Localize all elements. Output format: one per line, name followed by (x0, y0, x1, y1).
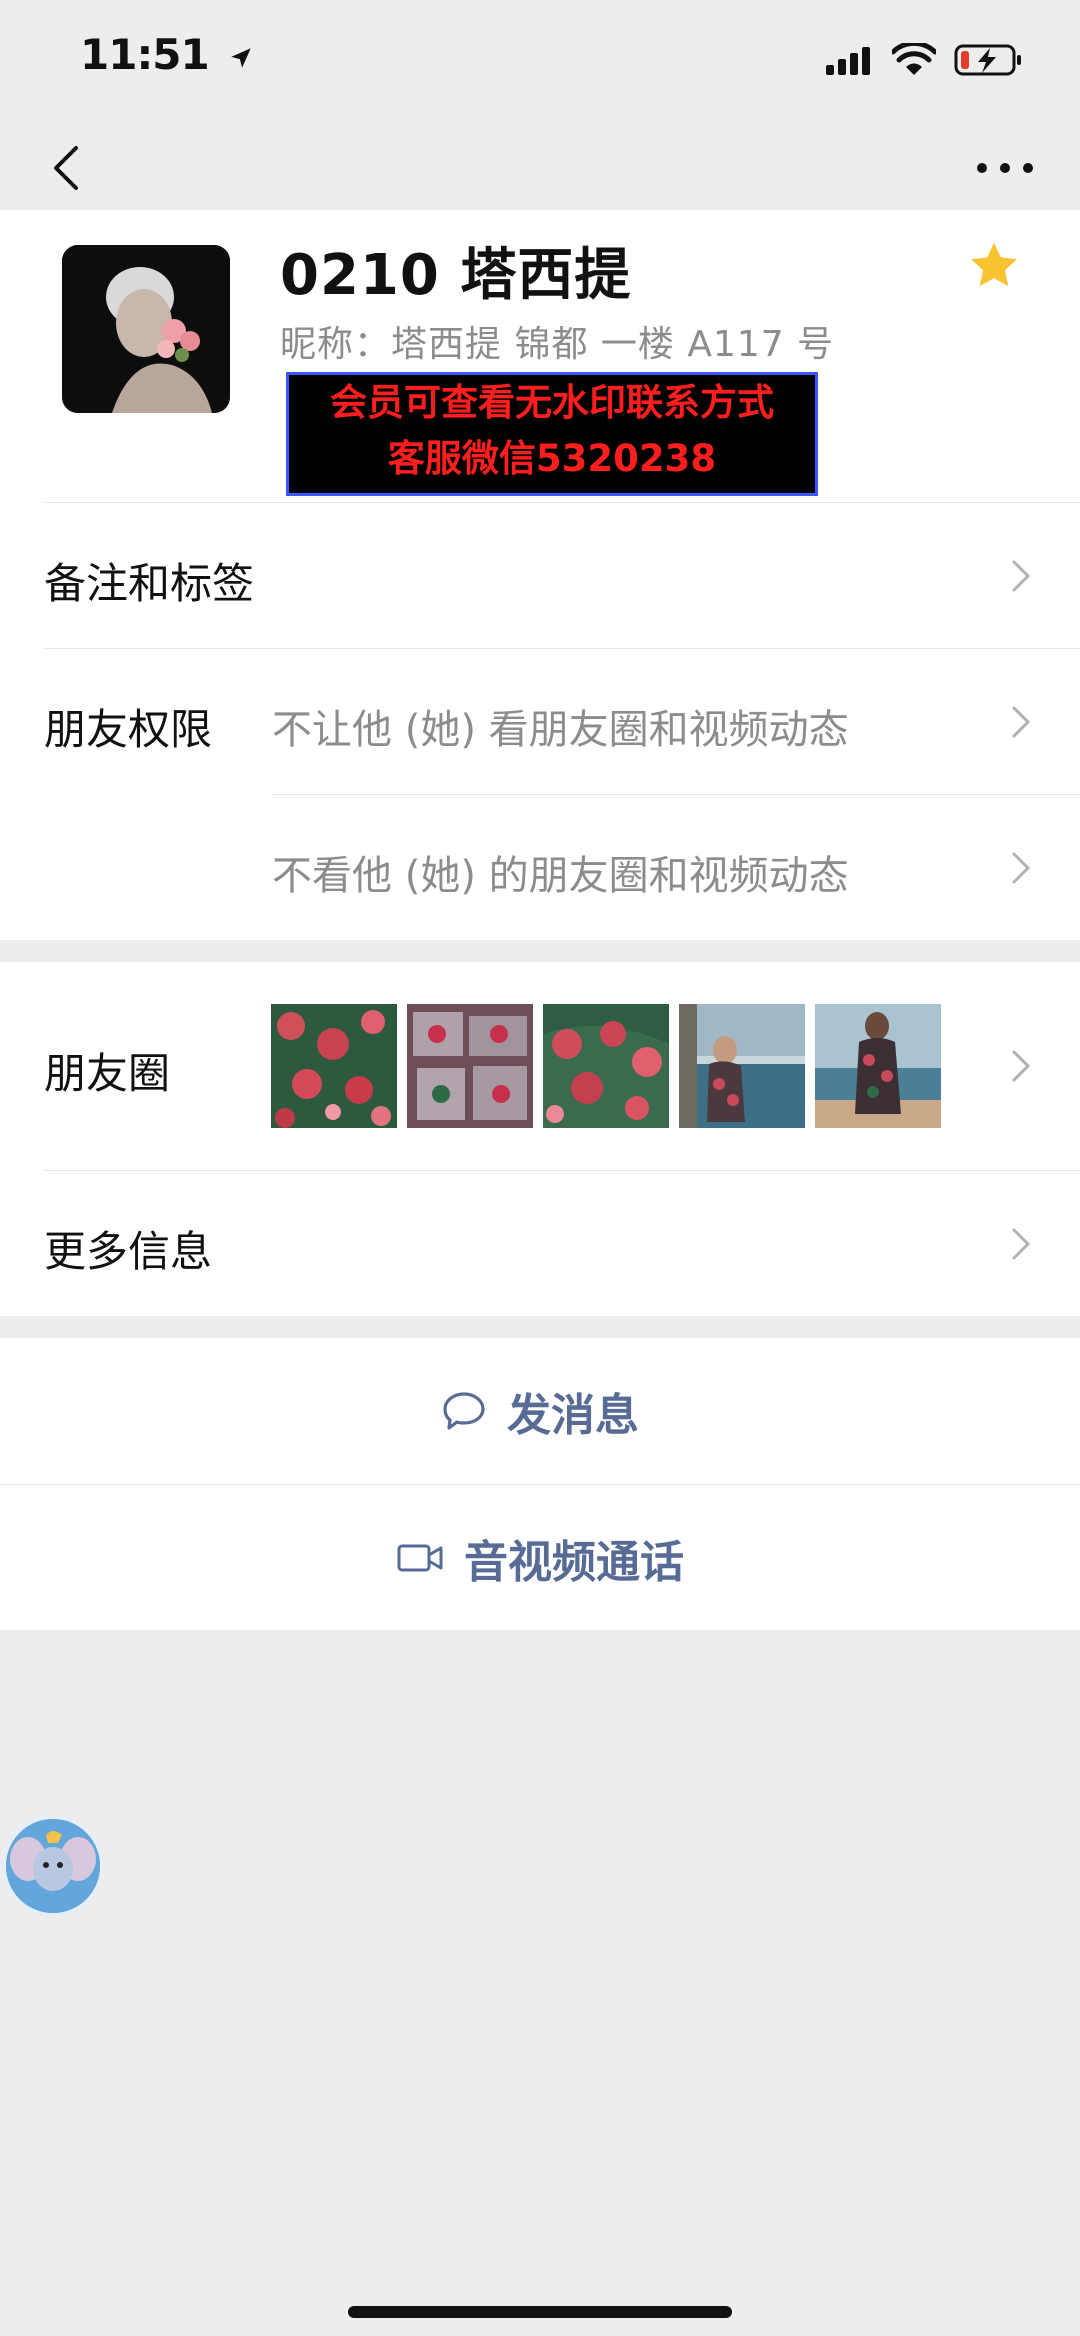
back-arrow-icon[interactable] (40, 140, 96, 196)
floating-assistant-icon[interactable] (2, 1815, 104, 1917)
moments-label: 朋友圈 (44, 1049, 171, 1098)
wifi-icon (892, 43, 936, 75)
moments-thumbnail (679, 1004, 805, 1128)
video-camera-icon (397, 1544, 443, 1572)
send-message-button[interactable]: 发消息 (0, 1338, 1080, 1484)
home-indicator[interactable] (348, 2306, 732, 2318)
chevron-right-icon (1012, 560, 1031, 592)
permission-hide-moments: 不让他 (她) 看朋友圈和视频动态 (272, 707, 849, 753)
watermark-banner: 会员可查看无水印联系方式 客服微信5320238 (286, 372, 818, 496)
contact-title: 0210 塔西提 (280, 243, 632, 308)
status-icons (824, 40, 1024, 80)
nickname-text: 昵称：塔西提 锦都 一楼 A117 号 (280, 324, 835, 365)
chevron-right-icon (1012, 852, 1031, 884)
chevron-right-icon (1012, 706, 1031, 738)
watermark-line-1: 会员可查看无水印联系方式 (330, 381, 774, 424)
avatar[interactable] (62, 245, 230, 413)
moments-thumbnail (815, 1004, 941, 1128)
av-call-button[interactable]: 音视频通话 (0, 1485, 1080, 1631)
chevron-right-icon (1012, 1050, 1031, 1082)
watermark-line-2: 客服微信5320238 (387, 437, 717, 480)
chevron-right-icon (1012, 1228, 1031, 1260)
location-arrow-icon (231, 47, 252, 68)
chat-bubble-icon (443, 1392, 485, 1430)
more-options-icon[interactable] (970, 150, 1040, 186)
status-time: 11:51 (80, 30, 254, 79)
moments-thumbnail (407, 1004, 533, 1128)
moments-thumbnail (271, 1004, 397, 1128)
remarks-tags-label: 备注和标签 (44, 559, 255, 608)
friend-permissions-label: 朋友权限 (44, 705, 213, 754)
signal-icon (826, 47, 870, 75)
moments-thumbnail (543, 1004, 669, 1128)
permission-block-moments: 不看他 (她) 的朋友圈和视频动态 (272, 853, 849, 899)
av-call-label: 音视频通话 (464, 1537, 684, 1588)
more-info-label: 更多信息 (44, 1227, 213, 1276)
avatar-portrait (62, 245, 230, 413)
send-message-label: 发消息 (507, 1390, 639, 1441)
star-icon[interactable] (966, 238, 1022, 294)
battery-charging-icon (954, 44, 1021, 76)
